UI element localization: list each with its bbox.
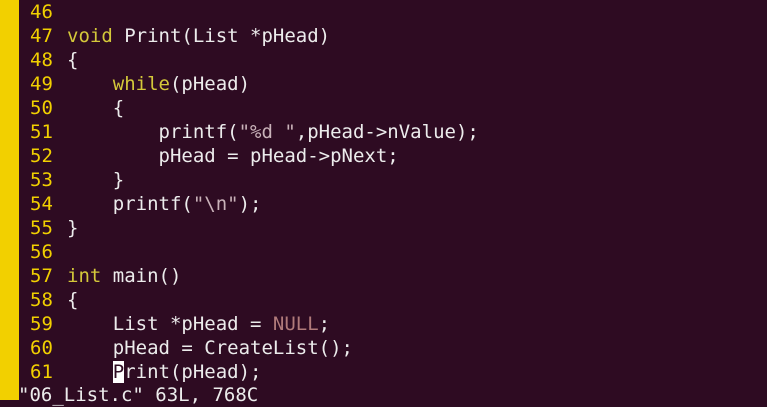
line-number: 47 <box>30 25 53 47</box>
code-token: "\n" <box>192 193 239 215</box>
code-line[interactable]: 58 { <box>19 288 78 312</box>
line-code[interactable]: Print(pHead); <box>67 360 262 384</box>
code-token: pHead = pHead->pNext; <box>67 145 399 167</box>
code-token: } <box>67 169 125 191</box>
code-token: { <box>67 289 79 311</box>
line-code[interactable]: pHead = pHead->pNext; <box>67 144 399 168</box>
line-code[interactable]: { <box>67 288 78 312</box>
line-number: 54 <box>30 193 53 215</box>
code-line[interactable]: 61 Print(pHead); <box>19 360 262 384</box>
line-code[interactable]: List *pHead = NULL; <box>67 312 330 336</box>
code-token: } <box>67 217 79 239</box>
code-token: (pHead) <box>169 73 251 95</box>
line-code[interactable]: { <box>67 48 78 72</box>
code-line[interactable]: 59 List *pHead = NULL; <box>19 312 330 336</box>
line-number: 57 <box>30 265 53 287</box>
line-number: 60 <box>30 337 53 359</box>
code-token: "%d " <box>238 121 296 143</box>
line-number: 53 <box>30 169 53 191</box>
code-token: Print(List *pHead) <box>112 25 331 47</box>
code-line[interactable]: 60 pHead = CreateList(); <box>19 336 353 360</box>
line-code[interactable]: { <box>67 96 124 120</box>
code-line[interactable]: 55} <box>19 216 78 240</box>
code-token: while <box>112 73 170 95</box>
code-token: void <box>67 25 113 47</box>
line-code[interactable]: void Print(List *pHead) <box>67 24 330 48</box>
line-code[interactable]: printf("%d ",pHead->nValue); <box>67 120 479 144</box>
code-token: printf( <box>67 193 193 215</box>
code-line[interactable]: 51 printf("%d ",pHead->nValue); <box>19 120 479 144</box>
code-line[interactable]: 57 int main() <box>19 264 181 288</box>
line-number: 49 <box>30 73 53 95</box>
line-number: 48 <box>30 49 53 71</box>
line-number: 46 <box>30 1 53 23</box>
code-token: int <box>67 265 102 287</box>
line-code[interactable]: } <box>67 168 124 192</box>
line-number: 50 <box>30 97 53 119</box>
line-code[interactable]: int main() <box>67 264 181 288</box>
code-line[interactable]: 56 <box>19 240 67 264</box>
code-token: ); <box>238 193 262 215</box>
line-number: 59 <box>30 313 53 335</box>
code-line[interactable]: 50 { <box>19 96 124 120</box>
code-line[interactable]: 48 { <box>19 48 78 72</box>
code-line[interactable]: 47 void Print(List *pHead) <box>19 24 330 48</box>
text-cursor: P <box>112 361 125 383</box>
line-code[interactable]: } <box>67 216 78 240</box>
code-line[interactable]: 52 pHead = pHead->pNext; <box>19 144 399 168</box>
code-token: rint(pHead); <box>124 361 262 383</box>
line-number: 58 <box>30 289 53 311</box>
line-code[interactable]: printf("\n"); <box>67 192 262 216</box>
code-token: pHead = CreateList(); <box>67 337 353 359</box>
code-token: { <box>67 97 125 119</box>
line-number: 55 <box>30 217 53 239</box>
code-token: printf( <box>67 121 239 143</box>
code-line[interactable]: 53 } <box>19 168 124 192</box>
code-editor[interactable]: 46 47 void Print(List *pHead) 48 {49 while(p… <box>19 0 767 388</box>
code-line[interactable]: 49 while(pHead) <box>19 72 250 96</box>
code-line[interactable]: 54 printf("\n"); <box>19 192 262 216</box>
line-code[interactable]: pHead = CreateList(); <box>67 336 353 360</box>
code-token: List *pHead = <box>67 313 273 335</box>
line-code[interactable]: while(pHead) <box>67 72 250 96</box>
line-number: 52 <box>30 145 53 167</box>
line-number: 51 <box>30 121 53 143</box>
code-line[interactable]: 46 <box>19 0 67 24</box>
status-line: "06_List.c" 63L, 768C <box>18 384 259 406</box>
code-token: NULL <box>272 313 319 335</box>
code-token: ; <box>318 313 331 335</box>
code-token: main() <box>101 265 182 287</box>
left-gutter-strip <box>0 0 19 400</box>
code-token: { <box>67 49 79 71</box>
code-token: ,pHead->nValue); <box>295 121 479 143</box>
line-number: 56 <box>30 241 53 263</box>
line-number: 61 <box>30 361 53 383</box>
